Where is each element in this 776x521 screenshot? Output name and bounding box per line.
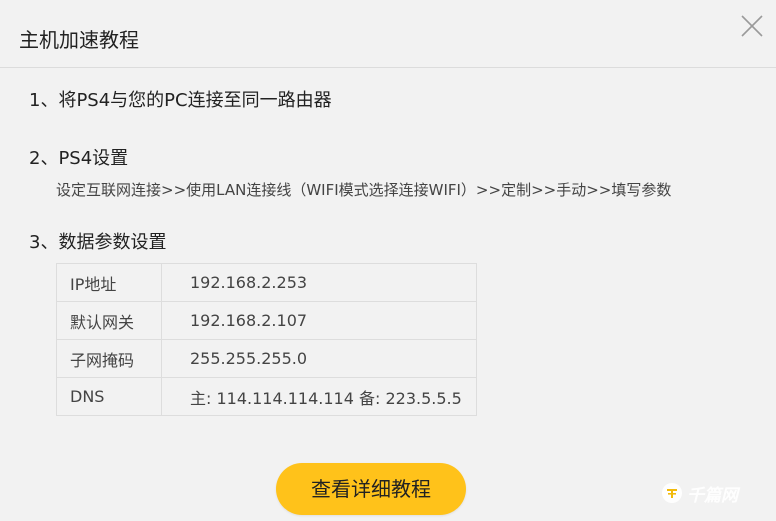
step-2-title: 2、PS4设置	[29, 148, 129, 169]
watermark-text: 千篇网	[687, 485, 738, 506]
close-icon[interactable]	[738, 12, 766, 40]
param-value: 192.168.2.253	[161, 263, 477, 302]
table-row: 默认网关 192.168.2.107	[56, 301, 477, 340]
table-row: 子网掩码 255.255.255.0	[56, 339, 477, 378]
param-key: IP地址	[56, 263, 162, 302]
tutorial-dialog: 主机加速教程 1、将PS4与您的PC连接至同一路由器 2、PS4设置 设定互联网…	[0, 0, 776, 521]
param-value: 255.255.255.0	[161, 339, 477, 378]
watermark: 千篇网	[662, 481, 738, 506]
step-3-title: 3、数据参数设置	[29, 232, 167, 253]
watermark-logo-icon	[662, 483, 682, 503]
param-key: DNS	[56, 377, 162, 416]
param-value: 192.168.2.107	[161, 301, 477, 340]
params-table: IP地址 192.168.2.253 默认网关 192.168.2.107 子网…	[56, 263, 477, 416]
param-value: 主: 114.114.114.114 备: 223.5.5.5	[161, 377, 477, 416]
dialog-header: 主机加速教程	[0, 0, 776, 68]
step-1-title: 1、将PS4与您的PC连接至同一路由器	[29, 90, 332, 111]
step-2-description: 设定互联网连接>>使用LAN连接线（WIFI模式选择连接WIFI）>>定制>>手…	[56, 181, 672, 199]
table-row: IP地址 192.168.2.253	[56, 263, 477, 302]
param-key: 默认网关	[56, 301, 162, 340]
dialog-title: 主机加速教程	[19, 28, 139, 52]
param-key: 子网掩码	[56, 339, 162, 378]
table-row: DNS 主: 114.114.114.114 备: 223.5.5.5	[56, 377, 477, 416]
view-tutorial-button[interactable]: 查看详细教程	[276, 463, 466, 515]
